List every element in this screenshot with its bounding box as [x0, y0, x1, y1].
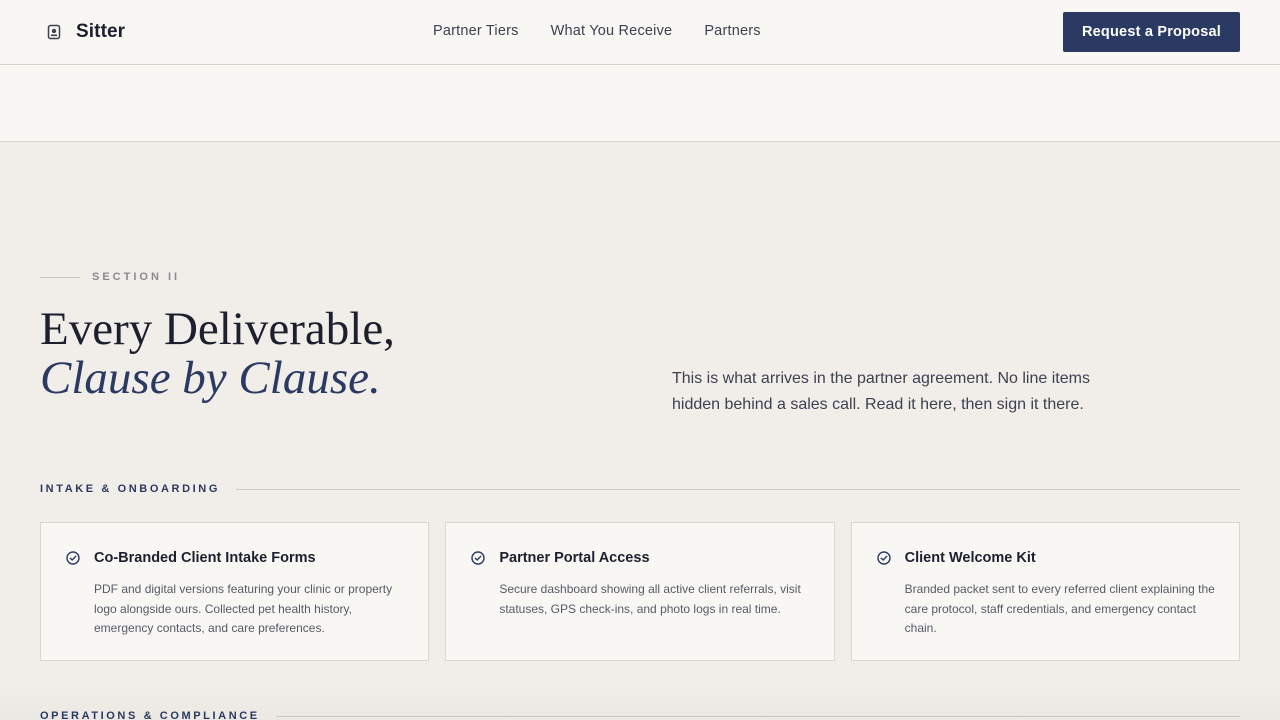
group-title: OPERATIONS & COMPLIANCE [40, 710, 260, 720]
deliverable-card: Co-Branded Client Intake Forms PDF and d… [40, 522, 430, 661]
group-divider [275, 715, 1240, 717]
card-header: Partner Portal Access [470, 549, 809, 567]
headline-line-1: Every Deliverable, [40, 303, 395, 355]
brand[interactable]: Sitter [46, 20, 125, 44]
card-description: PDF and digital versions featuring your … [94, 582, 393, 635]
card-title: Partner Portal Access [499, 550, 650, 566]
top-navigation-bar: Sitter Partner Tiers What You Receive Pa… [0, 0, 1280, 65]
section-intro: This is what arrives in the partner agre… [672, 370, 1090, 413]
request-proposal-button[interactable]: Request a Proposal [1063, 12, 1240, 52]
group-heading-operations: OPERATIONS & COMPLIANCE [40, 710, 1240, 720]
check-circle-icon [876, 551, 891, 565]
check-circle-icon [471, 551, 486, 565]
card-header: Co-Branded Client Intake Forms [65, 549, 404, 567]
card-description: Branded packet sent to every referred cl… [904, 582, 1215, 635]
card-header: Client Welcome Kit [876, 549, 1215, 567]
card-title: Client Welcome Kit [904, 550, 1036, 566]
headline-line-2: Clause by Clause. [40, 352, 381, 404]
nav-item-partners[interactable]: Partners [704, 23, 760, 39]
group-heading-intake: INTAKE & ONBOARDING [40, 483, 1240, 495]
main-nav: Partner Tiers What You Receive Partners [433, 23, 761, 39]
eyebrow-divider [40, 276, 80, 278]
nav-item-what-you-receive[interactable]: What You Receive [551, 23, 673, 39]
deliverable-card: Client Welcome Kit Branded packet sent t… [850, 522, 1240, 661]
check-circle-icon [66, 551, 80, 565]
deliverable-card: Partner Portal Access Secure dashboard s… [445, 522, 835, 661]
section-headline: Every Deliverable, Clause by Clause. [40, 305, 395, 403]
section-eyebrow: SECTION II [40, 271, 180, 283]
eyebrow-label: SECTION II [92, 271, 181, 283]
group-title: INTAKE & ONBOARDING [40, 483, 220, 495]
badge-icon [47, 24, 61, 40]
deliverable-cards: Co-Branded Client Intake Forms PDF and d… [40, 522, 1240, 661]
brand-name: Sitter [76, 21, 126, 42]
card-description: Secure dashboard showing all active clie… [499, 582, 801, 616]
nav-item-partner-tiers[interactable]: Partner Tiers [433, 23, 519, 39]
card-title: Co-Branded Client Intake Forms [94, 550, 316, 566]
header-band [0, 65, 1280, 142]
group-divider [235, 488, 1240, 490]
